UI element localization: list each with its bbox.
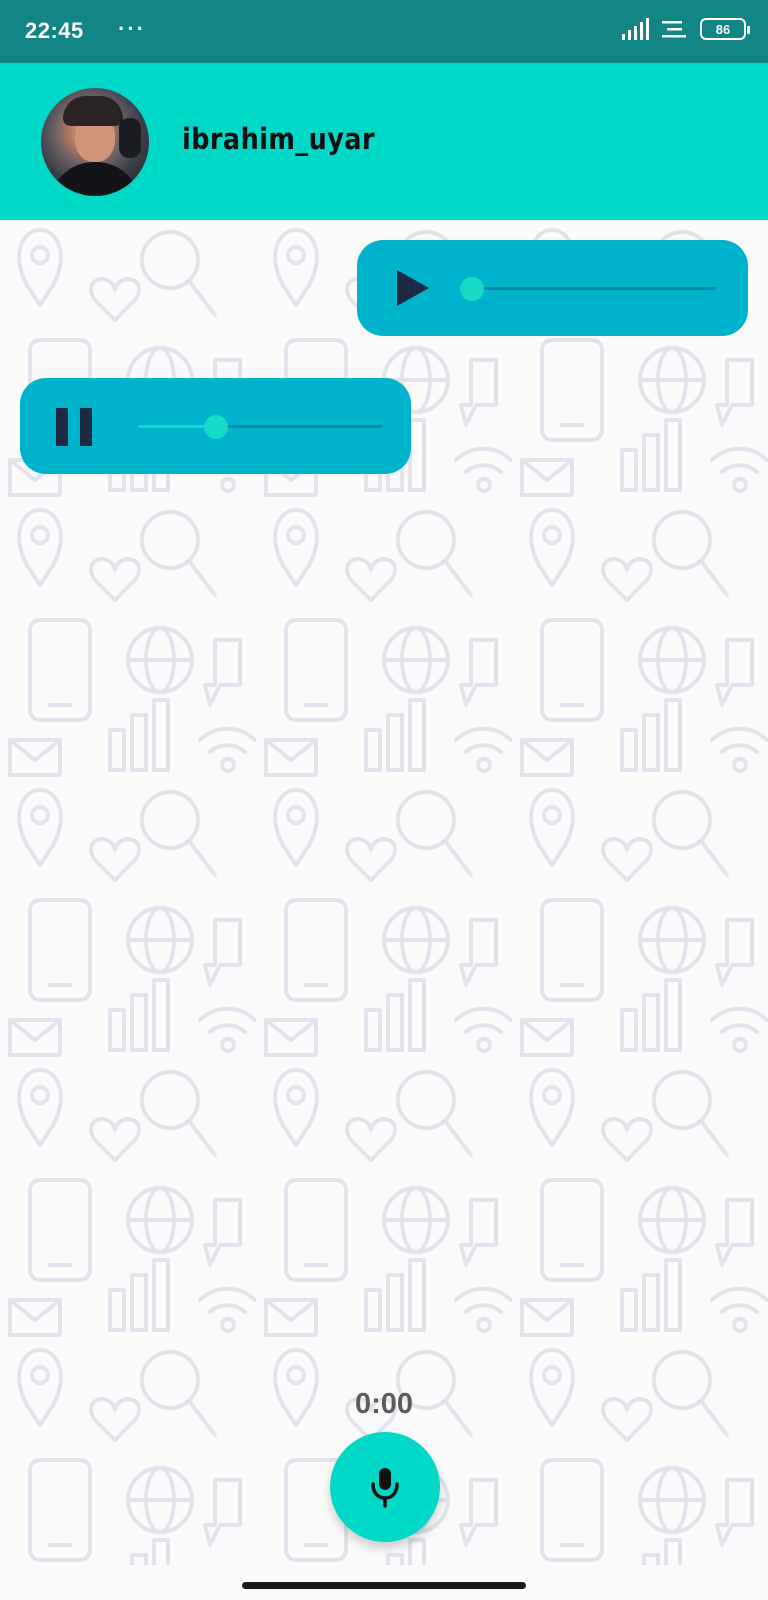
chat-header: ibrahim_uyar xyxy=(0,63,768,220)
voice-message-sent xyxy=(357,240,748,336)
audio-progress-slider[interactable] xyxy=(460,277,716,301)
signal-icon xyxy=(622,18,649,40)
pause-icon[interactable] xyxy=(56,408,92,446)
status-time: 22:45 xyxy=(25,18,84,43)
voice-message-received xyxy=(20,378,411,474)
status-more-dots: ··· xyxy=(118,16,146,41)
gesture-navigation-bar[interactable] xyxy=(242,1582,526,1589)
battery-level: 86 xyxy=(715,21,731,37)
chat-area[interactable] xyxy=(0,220,768,1565)
audio-progress-thumb[interactable] xyxy=(460,277,484,301)
audio-progress-slider[interactable] xyxy=(138,415,382,439)
microphone-icon xyxy=(371,1468,399,1508)
recording-timer: 0:00 xyxy=(354,1388,414,1420)
notification-icon xyxy=(662,21,686,38)
battery-icon: 86 xyxy=(700,18,750,40)
record-button[interactable] xyxy=(330,1432,440,1542)
status-bar: 22:45 ··· 86 xyxy=(0,0,768,63)
avatar[interactable] xyxy=(41,88,149,196)
audio-progress-thumb[interactable] xyxy=(204,415,228,439)
username[interactable]: ibrahim_uyar xyxy=(182,122,375,156)
status-icons: 86 xyxy=(622,18,750,40)
play-icon[interactable] xyxy=(397,270,429,306)
